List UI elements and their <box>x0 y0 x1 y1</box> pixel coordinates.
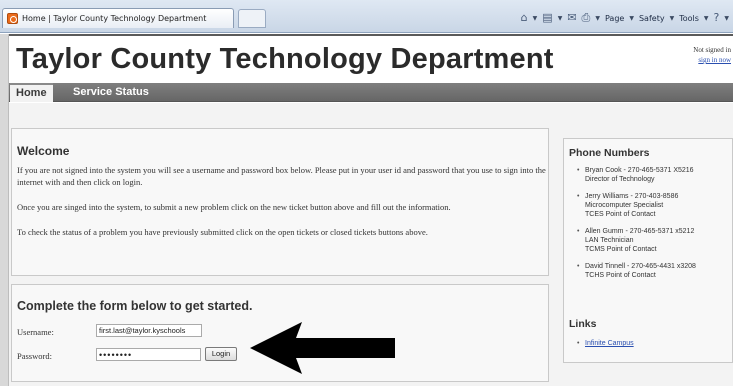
mail-icon[interactable]: ✉ <box>567 12 576 24</box>
signin-area: Not signed in sign in now <box>693 45 731 65</box>
contact-name-phone: Bryan Cook - 270-465-5371 X5216 <box>585 167 694 174</box>
tools-menu[interactable]: Tools <box>679 14 699 23</box>
welcome-paragraph-2: Once you are singed into the system, to … <box>17 202 451 212</box>
site-favicon-icon <box>7 13 18 24</box>
browser-tab[interactable]: Home | Taylor County Technology Departme… <box>2 8 234 28</box>
command-bar: ⌂ ▼ ▤ ▼ ✉ ⎙ ▼ Page ▼ Safety ▼ Tools ▼ ? … <box>521 10 729 26</box>
password-input[interactable]: •••••••• <box>96 348 201 361</box>
phone-numbers-heading: Phone Numbers <box>569 147 650 159</box>
password-label: Password: <box>17 351 52 361</box>
contact-item: Bryan Cook - 270-465-5371 X5216 Director… <box>577 166 733 184</box>
safety-menu-dropdown-icon[interactable]: ▼ <box>670 15 675 22</box>
contact-role: LAN Technician <box>585 237 634 244</box>
links-heading: Links <box>569 318 597 330</box>
new-tab-button[interactable] <box>238 9 266 28</box>
page-menu-dropdown-icon[interactable]: ▼ <box>629 15 634 22</box>
nav-service-status-tab[interactable]: Service Status <box>67 83 155 102</box>
contact-point: TCES Point of Contact <box>585 211 656 218</box>
signin-link[interactable]: sign in now <box>698 56 731 64</box>
print-dropdown-icon[interactable]: ▼ <box>595 15 600 22</box>
username-label: Username: <box>17 327 54 337</box>
feeds-icon[interactable]: ▤ <box>542 12 552 24</box>
signin-status: Not signed in <box>693 46 731 54</box>
site-header: Taylor County Technology Department Not … <box>9 34 733 82</box>
contact-list: Bryan Cook - 270-465-5371 X5216 Director… <box>577 166 733 288</box>
contact-name-phone: Allen Gumm - 270-465-5371 x5212 <box>585 228 695 235</box>
contact-point: TCMS Point of Contact <box>585 246 657 253</box>
welcome-paragraph-3: To check the status of a problem you hav… <box>17 227 428 237</box>
browser-chrome: Home | Taylor County Technology Departme… <box>0 0 733 33</box>
left-arrow-icon <box>250 322 395 374</box>
contact-name-phone: David Tinnell - 270-465-4431 x3208 <box>585 263 696 270</box>
print-icon[interactable]: ⎙ <box>582 12 591 24</box>
site-title: Taylor County Technology Department <box>16 43 554 75</box>
home-dropdown-icon[interactable]: ▼ <box>533 15 538 22</box>
help-icon[interactable]: ? <box>714 12 720 24</box>
form-heading: Complete the form below to get started. <box>17 299 253 313</box>
contact-item: David Tinnell - 270-465-4431 x3208 TCHS … <box>577 262 733 280</box>
links-list: Infinite Campus <box>577 340 634 347</box>
left-edge-bar <box>0 34 9 386</box>
contact-role: Microcomputer Specialist <box>585 202 664 209</box>
page-menu[interactable]: Page <box>605 14 624 23</box>
tools-menu-dropdown-icon[interactable]: ▼ <box>704 15 709 22</box>
contact-point: TCHS Point of Contact <box>585 272 656 279</box>
welcome-heading: Welcome <box>17 144 70 158</box>
contact-role: Director of Technology <box>585 176 655 183</box>
feeds-dropdown-icon[interactable]: ▼ <box>558 15 563 22</box>
contact-item: Jerry Williams - 270-403-8586 Microcompu… <box>577 192 733 219</box>
home-icon[interactable]: ⌂ <box>521 12 528 24</box>
login-button[interactable]: Login <box>205 347 237 361</box>
phone-numbers-panel: Phone Numbers Bryan Cook - 270-465-5371 … <box>563 138 733 363</box>
welcome-paragraph-1: If you are not signed into the system yo… <box>17 165 546 187</box>
safety-menu[interactable]: Safety <box>639 14 665 23</box>
contact-item: Allen Gumm - 270-465-5371 x5212 LAN Tech… <box>577 227 733 254</box>
contact-name-phone: Jerry Williams - 270-403-8586 <box>585 193 679 200</box>
nav-bar: Home Service Status <box>9 83 733 102</box>
nav-home-tab[interactable]: Home <box>10 83 53 102</box>
tab-title: Home | Taylor County Technology Departme… <box>22 14 207 23</box>
welcome-panel: Welcome If you are not signed into the s… <box>11 128 549 276</box>
username-input[interactable]: first.last@taylor.kyschools <box>96 324 202 337</box>
help-dropdown-icon[interactable]: ▼ <box>724 15 729 22</box>
link-infinite-campus[interactable]: Infinite Campus <box>577 340 634 347</box>
